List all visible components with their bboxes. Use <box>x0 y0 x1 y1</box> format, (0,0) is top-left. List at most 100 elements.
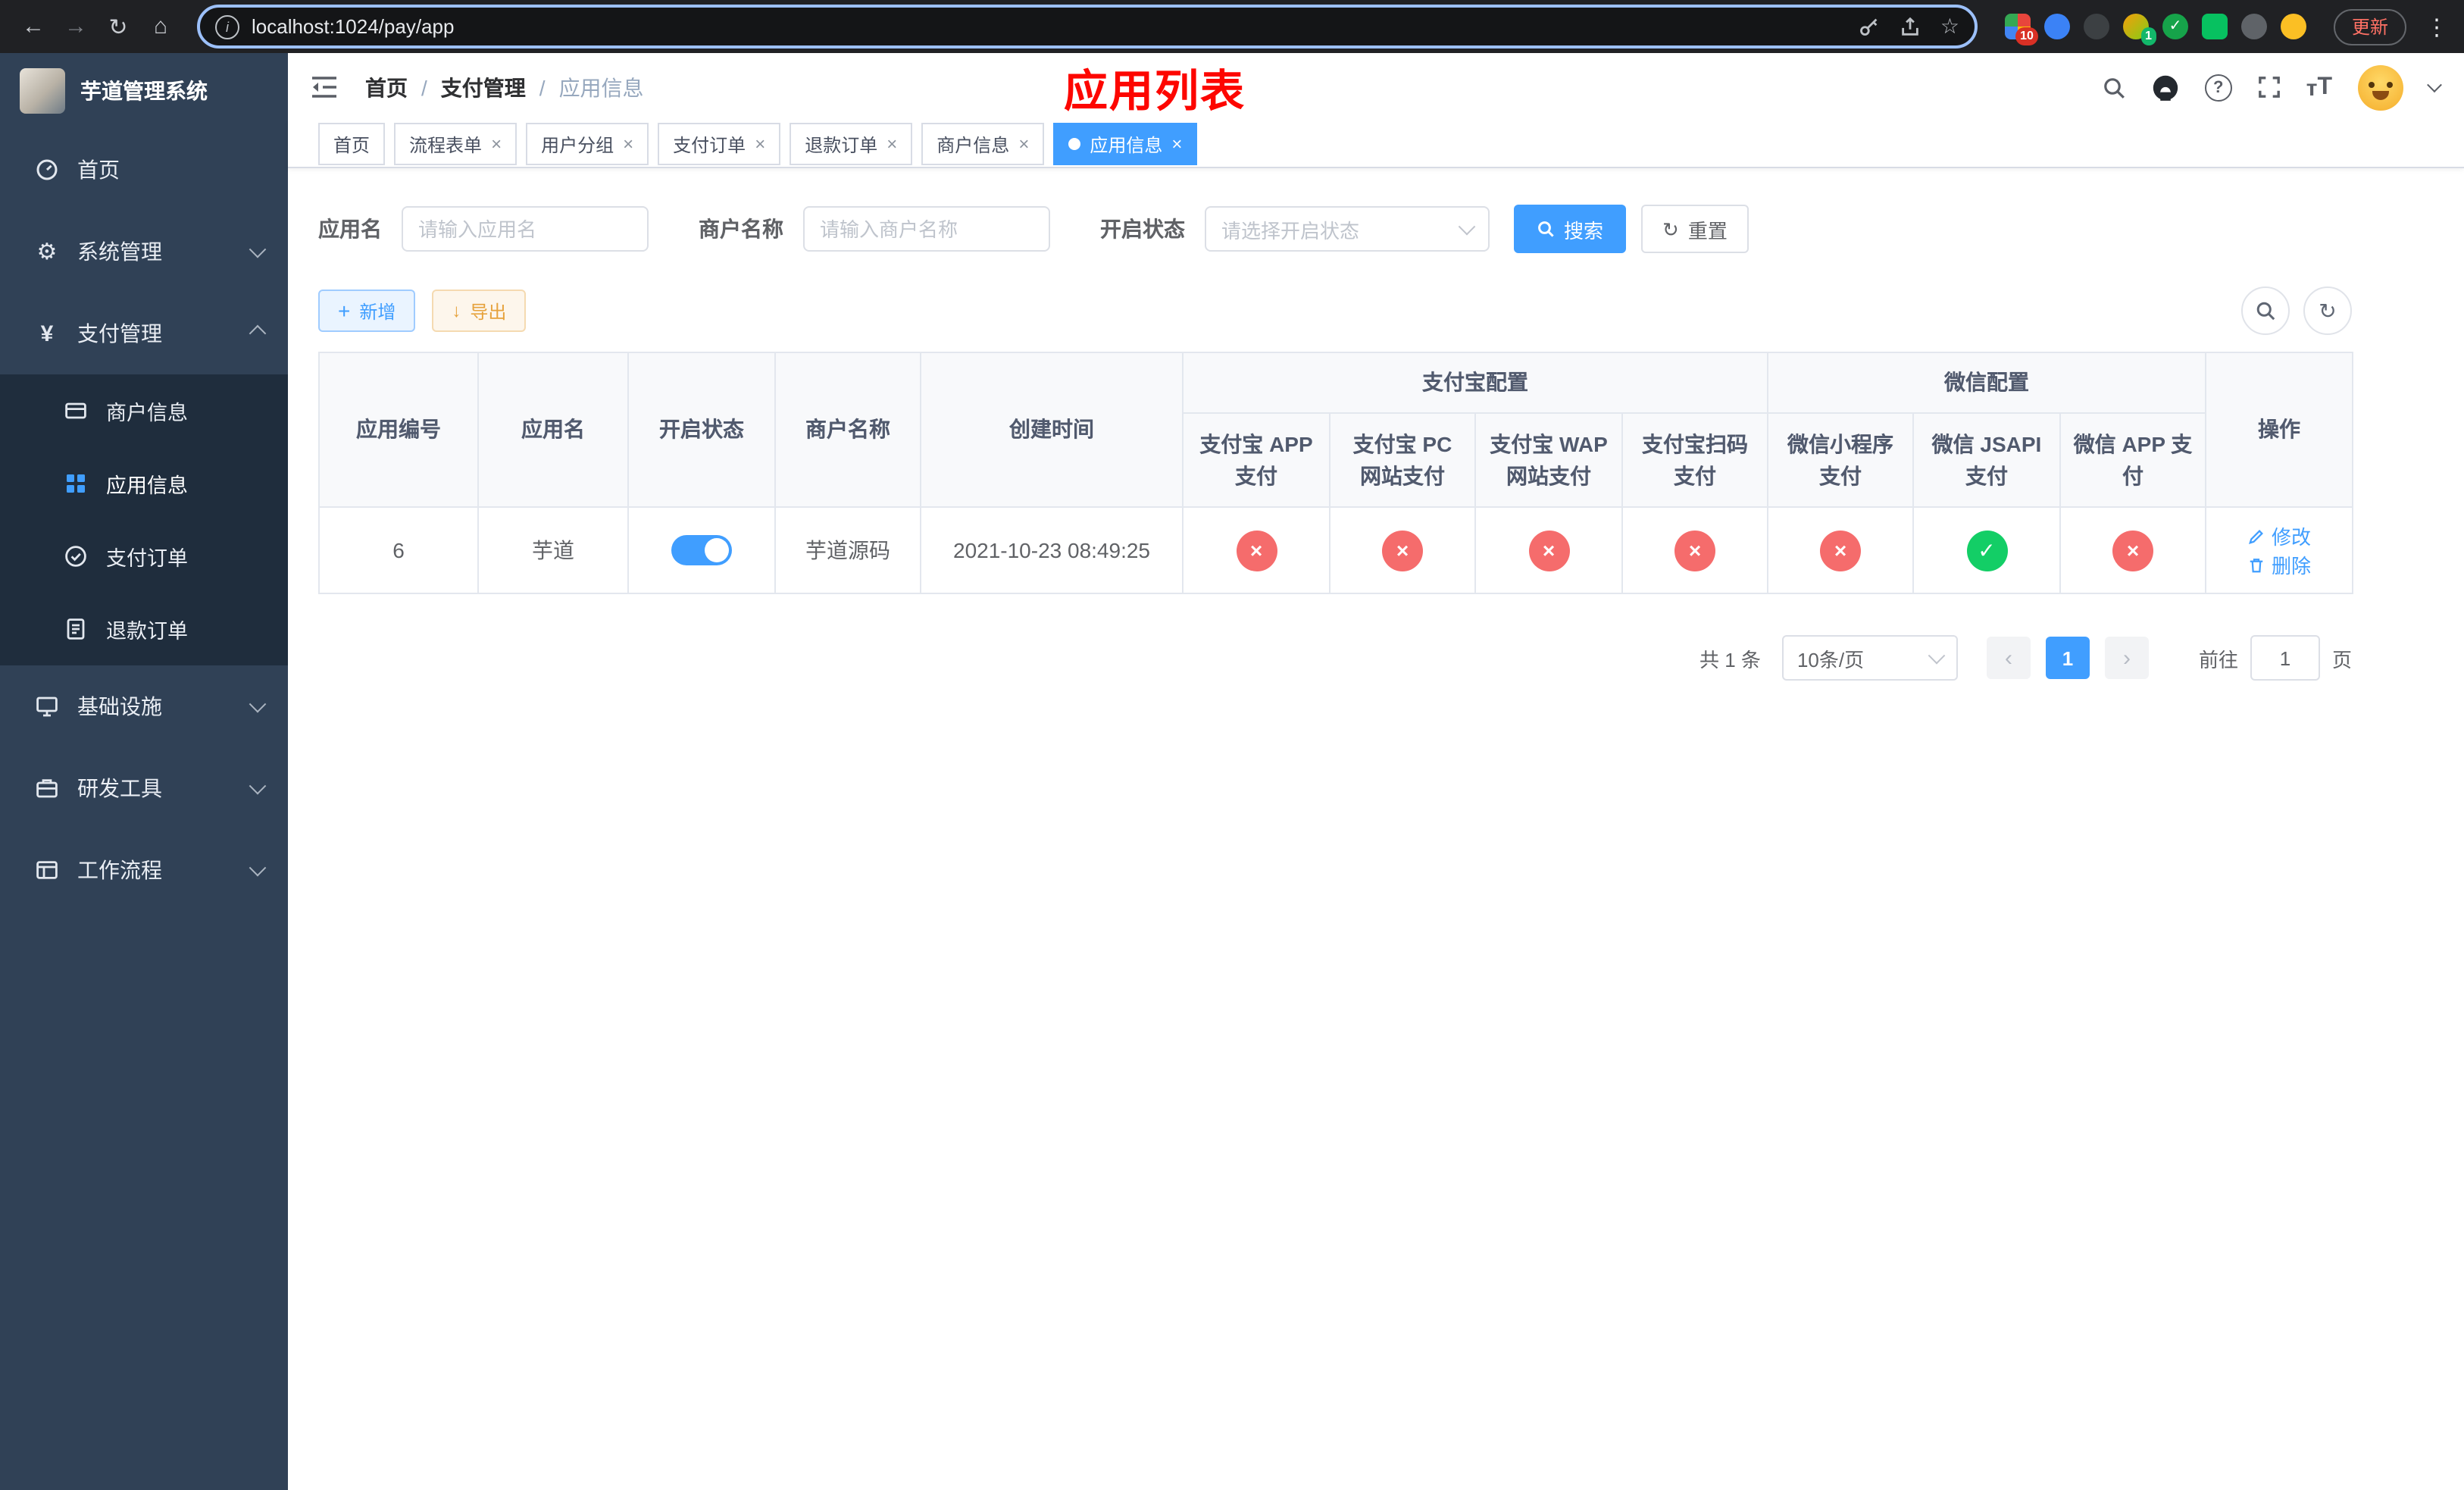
password-key-icon[interactable] <box>1859 15 1881 38</box>
tab-refund-order[interactable]: 退款订单 × <box>790 123 913 165</box>
sidebar-item-pay-order[interactable]: 支付订单 <box>0 520 288 593</box>
sidebar-item-home[interactable]: 首页 <box>0 129 288 211</box>
page-size-select[interactable]: 10条/页 <box>1781 635 1958 681</box>
tab-pay-order[interactable]: 支付订单 × <box>658 123 781 165</box>
goto-page-input[interactable] <box>2250 635 2320 681</box>
home-button[interactable]: ⌂ <box>142 8 179 45</box>
col-wechat-lite: 微信小程序支付 <box>1767 412 1914 508</box>
col-actions: 操作 <box>2205 352 2354 508</box>
bookmark-star-icon[interactable]: ☆ <box>1940 14 1959 39</box>
logo-image <box>20 68 65 114</box>
col-alipay-app: 支付宝 APP 支付 <box>1182 412 1330 508</box>
reset-button[interactable]: ↻ 重置 <box>1641 205 1749 253</box>
close-icon[interactable]: × <box>755 135 765 153</box>
sidebar-toggle-icon[interactable] <box>311 74 341 101</box>
extension-dark-icon[interactable] <box>2083 14 2109 39</box>
next-page-button[interactable]: › <box>2104 637 2149 679</box>
merchant-name-input[interactable] <box>803 206 1050 252</box>
close-icon[interactable]: × <box>491 135 502 153</box>
status-select[interactable]: 请选择开启状态 <box>1205 206 1490 252</box>
cell-alipay-app: × <box>1182 506 1330 594</box>
toggle-search-button[interactable] <box>2241 286 2290 335</box>
font-size-icon[interactable]: тT <box>2306 74 2332 99</box>
extension-drop-icon[interactable] <box>2043 14 2070 39</box>
extension-pin-icon[interactable] <box>2240 14 2267 39</box>
col-group-wechat: 微信配置 <box>1766 352 2207 414</box>
forward-button[interactable]: → <box>58 8 94 45</box>
close-icon[interactable]: × <box>1171 135 1182 153</box>
tab-flow-form[interactable]: 流程表单 × <box>394 123 518 165</box>
close-icon[interactable]: × <box>1018 135 1029 153</box>
refresh-table-button[interactable]: ↻ <box>2303 286 2352 335</box>
chevron-down-icon <box>1458 218 1476 236</box>
sidebar-item-refund-order[interactable]: 退款订单 <box>0 593 288 665</box>
reload-button[interactable]: ↻ <box>100 8 136 45</box>
add-button[interactable]: + 新增 <box>318 290 416 332</box>
col-wechat-jsapi: 微信 JSAPI 支付 <box>1912 412 2061 508</box>
app-name-input[interactable] <box>402 206 649 252</box>
col-status: 开启状态 <box>627 352 776 508</box>
sidebar-item-workflow[interactable]: 工作流程 <box>0 829 288 911</box>
tab-app-info[interactable]: 应用信息 × <box>1053 123 1198 165</box>
user-avatar[interactable] <box>2358 64 2403 110</box>
app-title: 芋道管理系统 <box>80 79 208 103</box>
sidebar-item-merchant-info[interactable]: 商户信息 <box>0 374 288 447</box>
breadcrumb-home[interactable]: 首页 <box>365 72 408 102</box>
extension-emoji-icon[interactable] <box>2280 14 2306 39</box>
sidebar-item-dev-tools[interactable]: 研发工具 <box>0 747 288 829</box>
close-icon[interactable]: × <box>886 135 897 153</box>
tab-merchant-info[interactable]: 商户信息 × <box>921 123 1045 165</box>
monitor-icon <box>36 696 58 717</box>
close-icon[interactable]: × <box>623 135 633 153</box>
col-group-alipay: 支付宝配置 <box>1182 352 1768 414</box>
share-icon[interactable] <box>1900 15 1922 38</box>
export-button[interactable]: ↓ 导出 <box>432 290 527 332</box>
pagination: 共 1 条 10条/页 ‹ 1 › 前往 页 <box>318 635 2352 681</box>
table-tools: ↻ <box>2241 286 2352 335</box>
back-button[interactable]: ← <box>15 8 52 45</box>
yen-icon: ¥ <box>40 321 54 346</box>
search-icon[interactable] <box>2102 75 2126 99</box>
extension-tray: 10 1 ✓ <box>2004 14 2306 45</box>
document-icon <box>67 618 85 640</box>
delete-button[interactable]: 删除 <box>2247 550 2311 579</box>
cell-create-time: 2021-10-23 08:49:25 <box>920 506 1184 594</box>
goto-page: 前往 页 <box>2199 635 2352 681</box>
fullscreen-icon[interactable] <box>2258 76 2281 99</box>
cell-alipay-qr: × <box>1621 506 1768 594</box>
help-icon[interactable]: ? <box>2204 74 2232 101</box>
status-toggle[interactable] <box>671 535 732 565</box>
url-text[interactable]: localhost:1024/pay/app <box>252 15 454 38</box>
prev-page-button[interactable]: ‹ <box>1986 637 2031 679</box>
browser-menu-icon[interactable]: ⋮ <box>2425 13 2449 40</box>
extension-grid-icon[interactable]: 10 <box>2004 14 2038 45</box>
status-disabled-icon: × <box>1528 530 1569 571</box>
breadcrumb-payment[interactable]: 支付管理 <box>441 72 526 102</box>
extension-check-icon[interactable]: ✓ <box>2162 14 2188 39</box>
page-number-button[interactable]: 1 <box>2045 637 2090 679</box>
app-name-label: 应用名 <box>318 217 382 241</box>
browser-update-button[interactable]: 更新 <box>2333 8 2406 45</box>
address-bar[interactable]: i localhost:1024/pay/app ☆ <box>197 5 1978 49</box>
chevron-up-icon <box>249 324 267 343</box>
site-info-icon[interactable]: i <box>215 14 239 39</box>
edit-pencil-icon <box>2249 529 2263 543</box>
extension-avatar-icon[interactable]: 1 <box>2122 14 2156 45</box>
github-icon[interactable] <box>2152 74 2179 101</box>
sidebar-item-payment[interactable]: ¥ 支付管理 <box>0 293 288 374</box>
cell-app-name: 芋道 <box>477 506 629 594</box>
refresh-icon: ↻ <box>2319 298 2337 322</box>
sidebar-item-infrastructure[interactable]: 基础设施 <box>0 665 288 747</box>
edit-button[interactable]: 修改 <box>2247 521 2311 550</box>
tab-home[interactable]: 首页 <box>318 123 386 165</box>
page-unit-label: 页 <box>2331 648 2352 671</box>
sidebar-item-app-info[interactable]: 应用信息 <box>0 447 288 520</box>
tab-user-group[interactable]: 用户分组 × <box>526 123 649 165</box>
search-button[interactable]: 搜索 <box>1514 205 1627 253</box>
avatar-caret-icon[interactable] <box>2427 77 2442 93</box>
navbar-actions: ? тT <box>2102 64 2442 110</box>
extension-chat-icon[interactable] <box>2201 14 2228 39</box>
sidebar-item-system[interactable]: ⚙ 系统管理 <box>0 211 288 293</box>
search-icon <box>1538 221 1554 237</box>
cell-app-id: 6 <box>318 506 479 594</box>
